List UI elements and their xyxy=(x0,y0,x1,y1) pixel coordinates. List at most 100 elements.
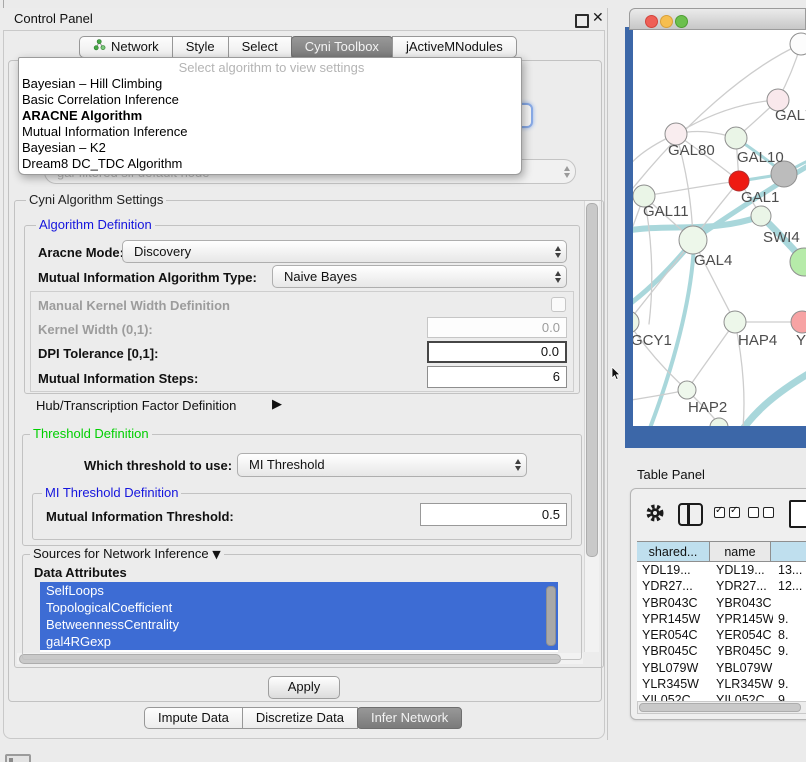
algorithm-option-aracne-algorithm[interactable]: ARACNE Algorithm xyxy=(19,108,521,124)
data-attribute-item[interactable]: gal4RGexp xyxy=(40,633,558,650)
kernel-width-field[interactable]: 0.0 xyxy=(427,317,567,338)
network-node-label: HAP4 xyxy=(738,332,777,349)
mi-threshold-label: Mutual Information Threshold: xyxy=(46,509,234,524)
network-node[interactable] xyxy=(790,33,806,55)
minimize-traffic-light-icon[interactable] xyxy=(660,15,673,28)
table-row[interactable]: YDL19...YDL19...13... xyxy=(637,562,806,578)
network-node[interactable] xyxy=(679,226,707,254)
table-row[interactable]: YER054CYER054C8. xyxy=(637,627,806,643)
mi-steps-label: Mutual Information Steps: xyxy=(38,371,198,386)
table-cell xyxy=(773,595,806,611)
network-node[interactable] xyxy=(751,206,771,226)
network-node-label: GAL11 xyxy=(643,203,689,220)
table-cell: YBR043C xyxy=(637,595,711,611)
data-attribute-item[interactable]: TopologicalCoefficient xyxy=(40,599,558,616)
table-cell: YLR345W xyxy=(711,676,773,692)
algorithm-option-bayesian-hill-climbing[interactable]: Bayesian – Hill Climbing xyxy=(19,76,521,92)
network-node[interactable] xyxy=(633,311,639,333)
table-row[interactable]: YDR27...YDR27...12... xyxy=(637,578,806,594)
hide-columns-icon[interactable] xyxy=(748,507,774,518)
table-row[interactable]: YBL079WYBL079W xyxy=(637,660,806,676)
table-cell: 13... xyxy=(773,562,806,578)
table-hscrollbar-thumb[interactable] xyxy=(639,703,801,712)
table-cell: YPR145W xyxy=(637,611,711,627)
tab-jactivemnodules[interactable]: jActiveMNodules xyxy=(392,36,517,58)
network-node-label: GAL10 xyxy=(737,149,784,166)
network-icon xyxy=(93,37,106,57)
tab-label: Cyni Toolbox xyxy=(305,37,379,57)
algorithm-option-mutual-information-inference[interactable]: Mutual Information Inference xyxy=(19,124,521,140)
tab-discretize-data[interactable]: Discretize Data xyxy=(242,707,358,729)
algorithm-option-basic-correlation-inference[interactable]: Basic Correlation Inference xyxy=(19,92,521,108)
dpi-tolerance-field[interactable]: 0.0 xyxy=(427,341,567,363)
table-cell: YBR045C xyxy=(711,643,773,659)
hub-definition-label[interactable]: Hub/Transcription Factor Definition xyxy=(36,398,236,413)
data-attribute-item[interactable]: BetweennessCentrality xyxy=(40,616,558,633)
algorithm-option-bayesian-k2[interactable]: Bayesian – K2 xyxy=(19,140,521,156)
network-edge xyxy=(644,181,739,196)
attributes-scrollbar-thumb[interactable] xyxy=(546,586,556,646)
which-threshold-value: MI Threshold xyxy=(249,457,325,472)
data-attributes-list[interactable]: SelfLoopsTopologicalCoefficientBetweenne… xyxy=(40,582,558,652)
aracne-mode-combo[interactable]: Discovery xyxy=(122,240,567,263)
mi-threshold-field[interactable]: 0.5 xyxy=(420,503,567,526)
tab-impute-data[interactable]: Impute Data xyxy=(144,707,243,729)
network-node[interactable] xyxy=(710,418,728,426)
data-attribute-item[interactable]: SelfLoops xyxy=(40,582,558,599)
table-cell: YBL079W xyxy=(637,660,711,676)
network-node[interactable] xyxy=(724,311,746,333)
sources-title-text: Sources for Network Inference xyxy=(33,546,209,561)
tab-style[interactable]: Style xyxy=(172,36,229,58)
docked-panel-icon[interactable] xyxy=(5,754,31,762)
table-body: YDL19...YDL19...13...YDR27...YDR27...12.… xyxy=(637,562,806,709)
network-node[interactable] xyxy=(678,381,696,399)
settings-vscrollbar[interactable] xyxy=(584,201,599,652)
page-icon[interactable] xyxy=(789,500,806,528)
maximize-traffic-light-icon[interactable] xyxy=(675,15,688,28)
tab-network[interactable]: Network xyxy=(79,36,173,58)
network-edge xyxy=(730,374,806,426)
tab-infer-network[interactable]: Infer Network xyxy=(357,707,462,729)
table-hscrollbar[interactable] xyxy=(637,701,806,714)
chevron-down-icon[interactable]: ▼ xyxy=(212,548,220,561)
column-header[interactable] xyxy=(770,541,806,562)
column-header-name[interactable]: name xyxy=(709,541,771,562)
tab-select[interactable]: Select xyxy=(228,36,292,58)
network-node[interactable] xyxy=(729,171,749,191)
network-node[interactable] xyxy=(791,311,806,333)
mi-type-label: Mutual Information Algorithm Type: xyxy=(38,270,257,285)
chevron-right-icon[interactable]: ▶ xyxy=(272,397,282,412)
table-row[interactable]: YBR043CYBR043C xyxy=(637,595,806,611)
bottom-tab-bar: Impute DataDiscretize DataInfer Network xyxy=(145,707,462,728)
column-header-shared-[interactable]: shared... xyxy=(637,541,710,562)
table-row[interactable]: YBR045CYBR045C9. xyxy=(637,643,806,659)
tab-label: Style xyxy=(186,37,215,57)
data-attributes-label: Data Attributes xyxy=(34,565,127,580)
close-icon[interactable]: ✕ xyxy=(592,10,604,26)
table-row[interactable]: YLR345WYLR345W9. xyxy=(637,676,806,692)
settings-vscrollbar-thumb[interactable] xyxy=(586,203,598,557)
aracne-mode-value: Discovery xyxy=(134,244,191,259)
network-view-canvas[interactable]: GAL7GAL80GAL10GAL1GAL11SWI4GAL4GCY1HAP4Y… xyxy=(633,30,806,426)
mi-type-combo[interactable]: Naive Bayes xyxy=(272,265,567,288)
table-row[interactable]: YPR145WYPR145W9. xyxy=(637,611,806,627)
table-cell: 12... xyxy=(773,578,806,594)
app-screen: { "icons": { "close": "✕", "check": "✓",… xyxy=(0,0,806,762)
node-table: shared...name YDL19...YDL19...13...YDR27… xyxy=(637,541,806,713)
algorithm-option-dream8-dc-tdc-algorithm[interactable]: Dream8 DC_TDC Algorithm xyxy=(19,156,521,172)
mi-steps-field[interactable]: 6 xyxy=(427,366,567,388)
show-checked-columns-icon[interactable]: ✓ ✓ xyxy=(714,507,740,518)
spinner-icon xyxy=(555,266,561,287)
which-threshold-combo[interactable]: MI Threshold xyxy=(237,453,527,477)
apply-button[interactable]: Apply xyxy=(268,676,340,699)
network-window-titlebar[interactable] xyxy=(629,8,806,30)
float-window-icon[interactable] xyxy=(575,14,589,28)
manual-kernel-checkbox[interactable] xyxy=(551,297,566,312)
split-view-icon[interactable] xyxy=(678,503,703,526)
network-node[interactable] xyxy=(725,127,747,149)
gear-icon[interactable] xyxy=(645,503,665,523)
tab-cyni-toolbox[interactable]: Cyni Toolbox xyxy=(291,36,393,58)
close-traffic-light-icon[interactable] xyxy=(645,15,658,28)
sources-title[interactable]: Sources for Network Inference ▼ xyxy=(30,547,224,562)
network-node-label: GCY1 xyxy=(633,332,672,349)
